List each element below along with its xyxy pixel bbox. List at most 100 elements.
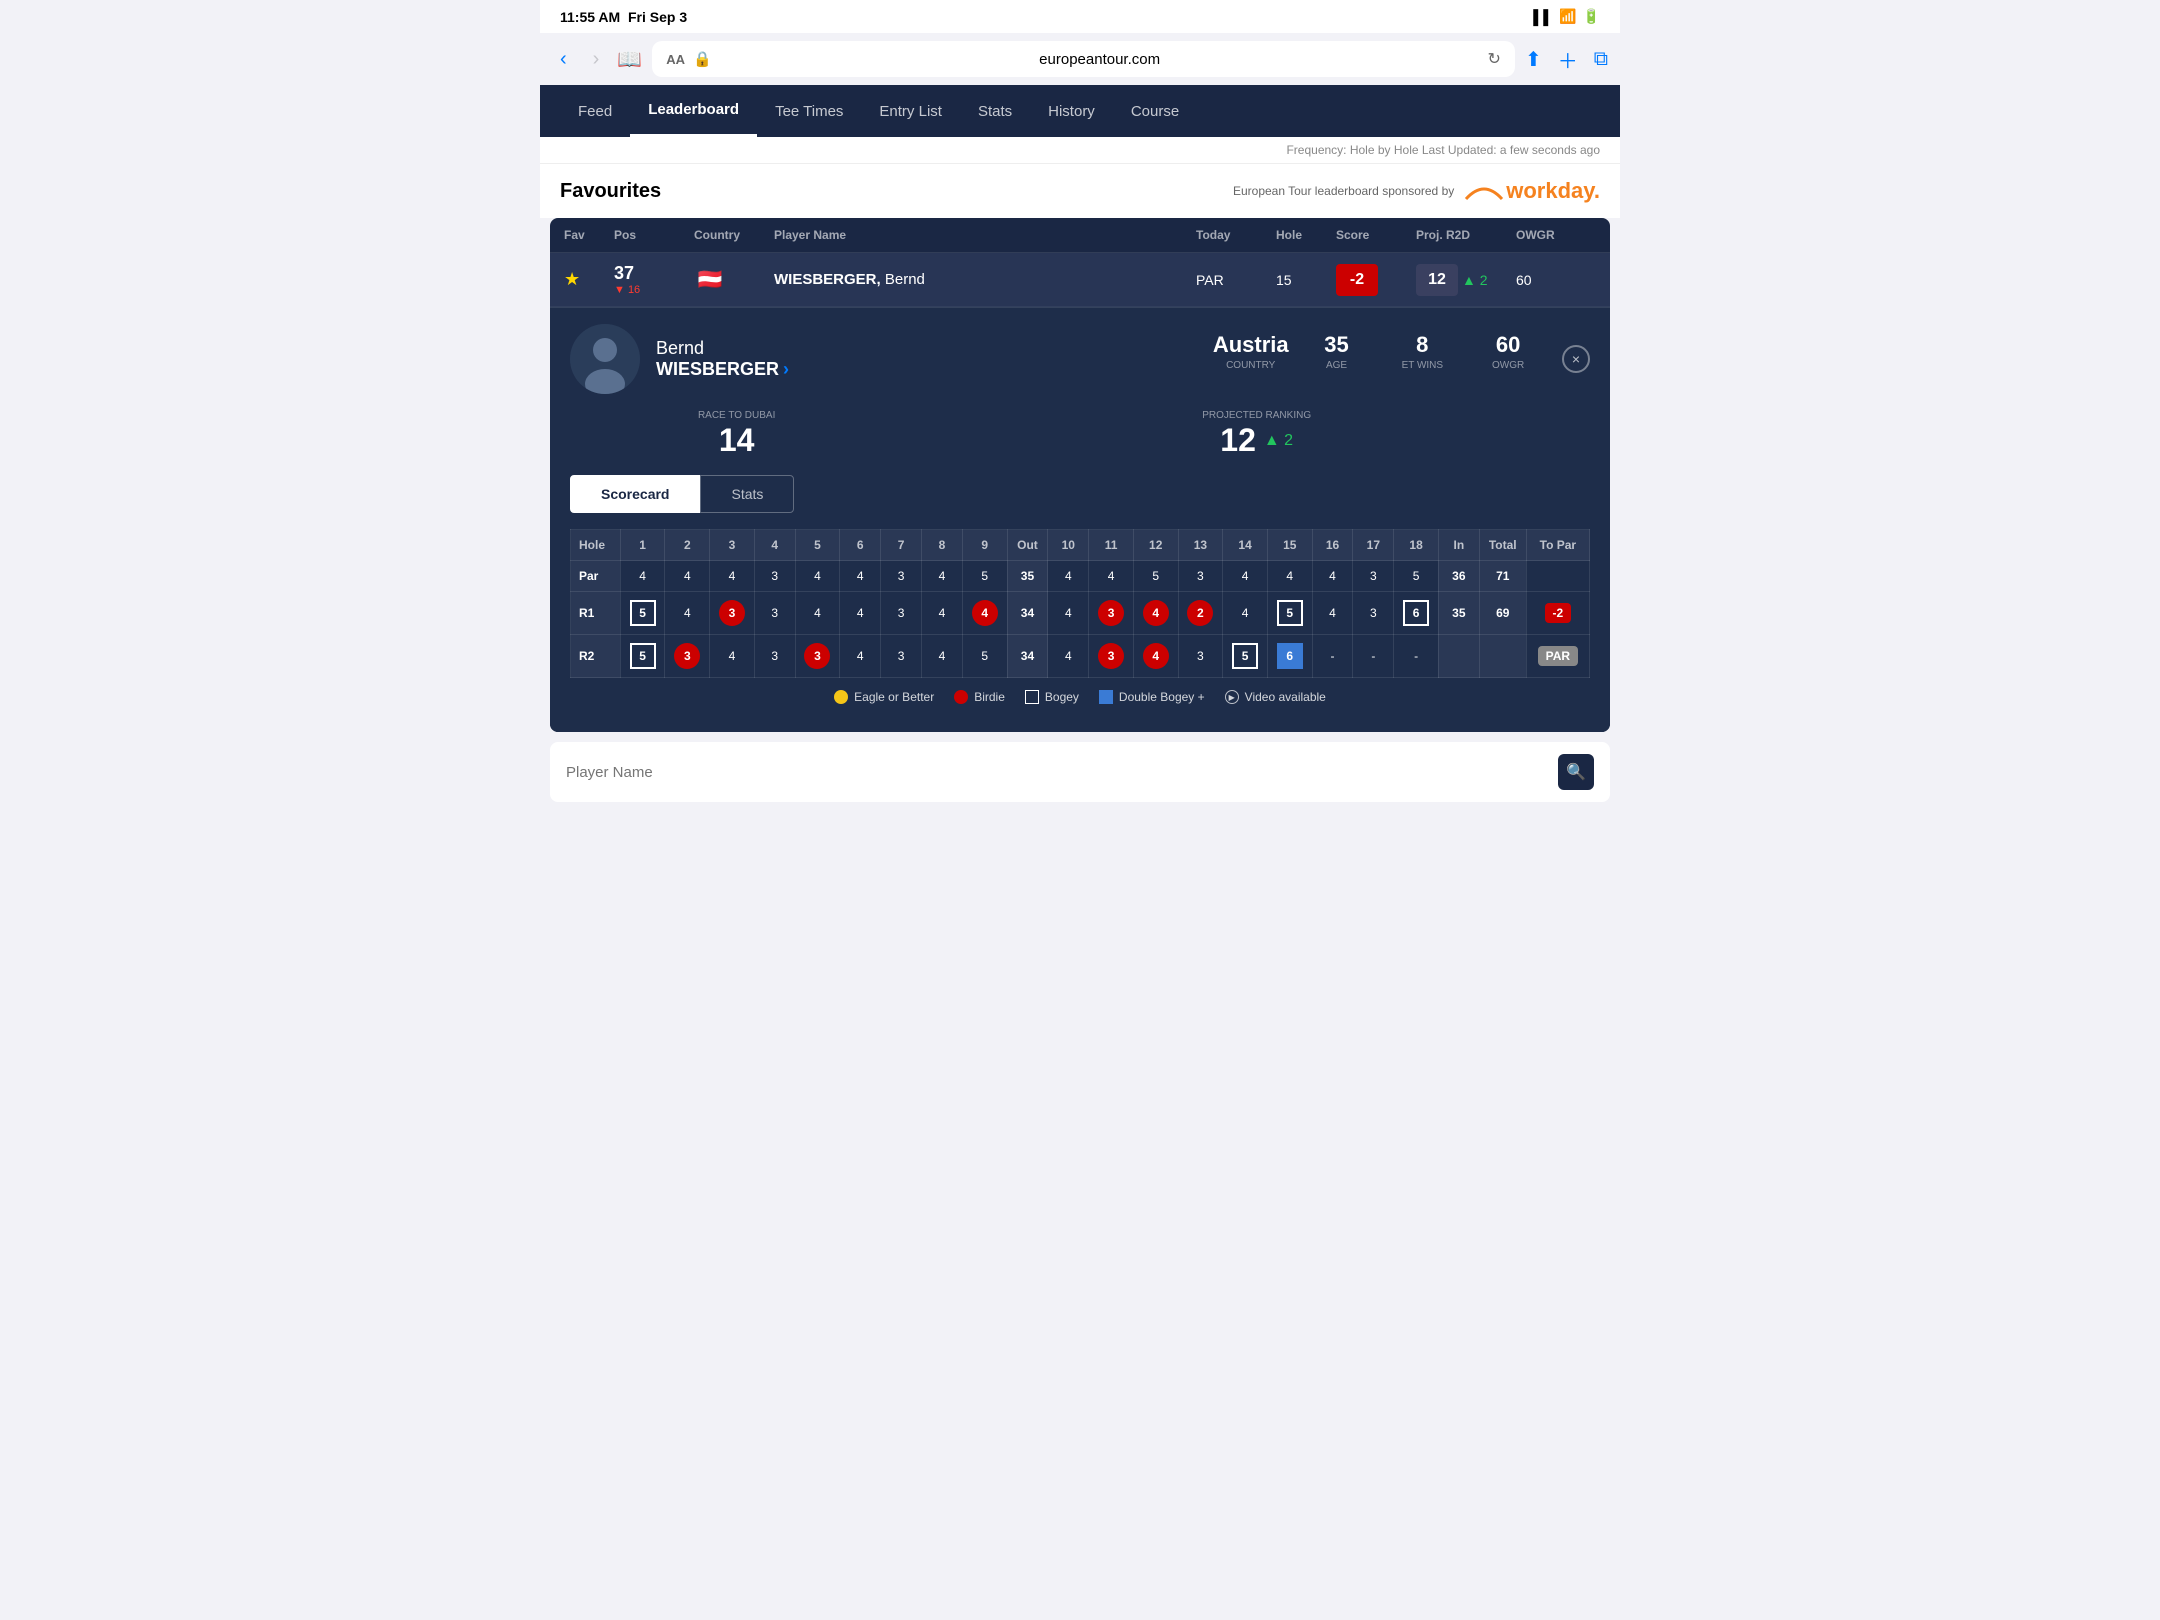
col-hole: Hole: [1276, 228, 1336, 242]
nav-leaderboard[interactable]: Leaderboard: [630, 85, 757, 137]
hole-4: 4: [754, 530, 795, 561]
eagle-dot-icon: [834, 690, 848, 704]
r1-row: R1 5 4 3 3 4 4 3: [571, 592, 1590, 635]
nav-tee-times[interactable]: Tee Times: [757, 87, 861, 136]
workday-arc-icon: [1462, 179, 1506, 201]
workday-brand: workday.: [1506, 178, 1600, 204]
hole-7: 7: [881, 530, 922, 561]
hole-5: 5: [795, 530, 840, 561]
hole-12: 12: [1133, 530, 1178, 561]
update-bar: Frequency: Hole by Hole Last Updated: a …: [540, 137, 1620, 164]
nav-history[interactable]: History: [1030, 87, 1113, 136]
table-row[interactable]: ★ 37 ▼ 16 🇦🇹 WIESBERGER, Bernd PAR 15 -2…: [550, 253, 1610, 307]
sponsor-text: European Tour leaderboard sponsored by: [1233, 184, 1454, 198]
position-cell: 37 ▼ 16: [614, 263, 694, 296]
player-detail-header: Bernd WIESBERGER › Austria COUNTRY 35 AG…: [570, 324, 1590, 394]
hole-14: 14: [1223, 530, 1268, 561]
tab-scorecard[interactable]: Scorecard: [570, 475, 700, 513]
col-country: Country: [694, 228, 774, 242]
stat-country: Austria COUNTRY: [1213, 332, 1289, 371]
player-info-main: Bernd WIESBERGER ›: [656, 338, 1197, 380]
nav-feed[interactable]: Feed: [560, 87, 630, 136]
hole-3: 3: [710, 530, 755, 561]
lock-icon: 🔒: [693, 50, 712, 68]
hole-15: 15: [1267, 530, 1312, 561]
hole-16: 16: [1312, 530, 1353, 561]
hole-8: 8: [922, 530, 963, 561]
score-cell: -2: [1336, 264, 1416, 296]
favourite-star[interactable]: ★: [564, 269, 614, 290]
browser-chrome: ‹ › 📖 AA 🔒 europeantour.com ↻ ⬆ ＋ ⧉: [540, 33, 1620, 85]
bogey-square-icon: [1025, 690, 1039, 704]
col-hole-label: Hole: [571, 530, 621, 561]
hole-18: 18: [1394, 530, 1439, 561]
address-bar[interactable]: AA 🔒 europeantour.com ↻: [652, 41, 1515, 77]
bookmarks-button[interactable]: 📖: [617, 47, 642, 72]
favourites-title: Favourites: [560, 180, 661, 203]
hole-2: 2: [665, 530, 710, 561]
player-avatar: [570, 324, 640, 394]
legend-bogey: Bogey: [1025, 690, 1079, 704]
col-proj: Proj. R2D: [1416, 228, 1516, 242]
total-label: Total: [1479, 530, 1526, 561]
add-tab-button[interactable]: ＋: [1558, 45, 1578, 74]
player-stats-grid: Austria COUNTRY 35 AGE 8 ET WINS 60 OWGR: [1213, 332, 1546, 371]
forward-button[interactable]: ›: [585, 44, 608, 75]
battery-icon: 🔋: [1583, 8, 1600, 25]
close-player-button[interactable]: ×: [1562, 345, 1590, 373]
back-button[interactable]: ‹: [552, 44, 575, 75]
hole-1: 1: [620, 530, 665, 561]
player-search-input[interactable]: [566, 764, 1548, 781]
owgr-cell: 60: [1516, 272, 1596, 288]
par-row-label: Par: [571, 561, 621, 592]
col-fav: Fav: [564, 228, 614, 242]
share-button[interactable]: ⬆: [1525, 47, 1542, 72]
r2-row: R2 5 3 4 3 3 4 3: [571, 635, 1590, 678]
site-navigation: Feed Leaderboard Tee Times Entry List St…: [540, 85, 1620, 137]
hole-6: 6: [840, 530, 881, 561]
legend-birdie: Birdie: [954, 690, 1005, 704]
player-search-button[interactable]: 🔍: [1558, 754, 1594, 790]
status-time: 11:55 AM Fri Sep 3: [560, 9, 687, 25]
nav-stats[interactable]: Stats: [960, 87, 1030, 136]
leaderboard-container: Fav Pos Country Player Name Today Hole S…: [550, 218, 1610, 732]
country-flag: 🇦🇹: [694, 264, 774, 296]
sponsor-area: European Tour leaderboard sponsored by w…: [1233, 178, 1600, 204]
leaderboard-header-row: Fav Pos Country Player Name Today Hole S…: [550, 218, 1610, 253]
bottom-stats-row: RACE TO DUBAI 14 PROJECTED RANKING 12 ▲ …: [570, 410, 1590, 459]
nav-entry-list[interactable]: Entry List: [861, 87, 960, 136]
col-pos: Pos: [614, 228, 694, 242]
nav-course[interactable]: Course: [1113, 87, 1197, 136]
hole-13: 13: [1178, 530, 1223, 561]
player-detail-card: Bernd WIESBERGER › Austria COUNTRY 35 AG…: [550, 307, 1610, 732]
in-label: In: [1438, 530, 1479, 561]
font-size-control[interactable]: AA: [666, 52, 685, 67]
eagle-label: Eagle or Better: [854, 690, 934, 704]
browser-actions: ⬆ ＋ ⧉: [1525, 45, 1608, 74]
hole-11: 11: [1089, 530, 1134, 561]
tabs-button[interactable]: ⧉: [1594, 48, 1608, 71]
birdie-dot-icon: [954, 690, 968, 704]
legend-eagle: Eagle or Better: [834, 690, 934, 704]
player-search-area: 🔍: [550, 742, 1610, 802]
scorecard-tabs: Scorecard Stats: [570, 475, 1590, 513]
stat-age: 35 AGE: [1299, 332, 1375, 371]
player-surname-link[interactable]: WIESBERGER ›: [656, 359, 1197, 380]
hole-10: 10: [1048, 530, 1089, 561]
legend-double-bogey: Double Bogey +: [1099, 690, 1205, 704]
bogey-label: Bogey: [1045, 690, 1079, 704]
refresh-button[interactable]: ↻: [1488, 49, 1501, 69]
video-label: Video available: [1245, 690, 1326, 704]
scorecard-table-container: Hole 1 2 3 4 5 6 7 8 9 Out 10 11 12: [570, 529, 1590, 678]
stat-owgr: 60 OWGR: [1470, 332, 1546, 371]
url-display: europeantour.com: [720, 51, 1480, 68]
legend-video: ▶ Video available: [1225, 690, 1326, 704]
tab-stats[interactable]: Stats: [700, 475, 794, 513]
scorecard-table: Hole 1 2 3 4 5 6 7 8 9 Out 10 11 12: [570, 529, 1590, 678]
workday-logo-area: workday.: [1462, 178, 1600, 204]
col-score: Score: [1336, 228, 1416, 242]
wifi-icon: 📶: [1559, 8, 1576, 25]
player-full-name: Bernd: [656, 338, 1197, 359]
scorecard-legend: Eagle or Better Birdie Bogey Double Boge…: [570, 678, 1590, 716]
search-icon: 🔍: [1566, 762, 1586, 782]
